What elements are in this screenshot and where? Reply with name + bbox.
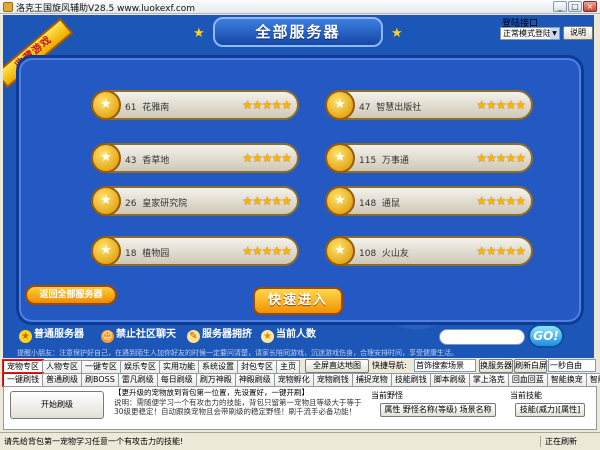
maximize-button[interactable]: □ xyxy=(568,1,582,12)
quick-enter-button[interactable]: 快速进入 xyxy=(253,287,343,315)
tab-entertainment-zone[interactable]: 娱乐专区 xyxy=(120,360,160,373)
switch-server-button[interactable]: 换服务器 xyxy=(479,359,513,373)
tab-character-zone[interactable]: 人物专区 xyxy=(42,360,82,373)
star-medal-icon: ★ xyxy=(325,90,355,120)
server-name: 47 智慧出版社 xyxy=(359,103,422,113)
sub-tabs: 一键刷钱 普通刷级 刷BOSS 雷凡刷级 每日刷级 刷万神殿 神殿刷级 宠物孵化 宠物刷钱 捕捉宠… xyxy=(2,372,600,387)
rating-stars-icon: ★★★★★ xyxy=(242,244,292,258)
tab-oneclick-zone[interactable]: 一键专区 xyxy=(81,360,121,373)
description-text: 【更升级的宠物放到背包第一位置，先设置好，一键开刷】 说明：需随便学习一个有攻击… xyxy=(114,388,362,416)
star-icon: ★ xyxy=(19,330,32,343)
tab-utilities[interactable]: 实用功能 xyxy=(159,360,199,373)
tab-pantheon[interactable]: 刷万神殿 xyxy=(195,373,236,386)
star-medal-icon: ★ xyxy=(325,236,355,266)
tab-oneclick-money[interactable]: 一键刷钱 xyxy=(2,372,44,387)
server-name: 26 皇家研究院 xyxy=(125,199,188,209)
close-button[interactable]: × xyxy=(583,1,597,12)
star-icon: ★ xyxy=(193,26,205,41)
login-mode-select[interactable]: 正常模式登陆 ▼ xyxy=(500,27,560,40)
tab-homepage[interactable]: 主页 xyxy=(276,360,300,373)
all-servers-title: 全部服务器 xyxy=(213,17,383,47)
rating-stars-icon: ★★★★★ xyxy=(476,151,526,165)
main-tabs: 宠物专区 人物专区 一键专区 娱乐专区 实用功能 系统设置 封包专区 主页 xyxy=(2,359,300,374)
skill-info: 技能(威力)[属性] xyxy=(515,403,585,417)
status-message: 请先给背包第一宠物学习任意一个有攻击力的技能! xyxy=(4,437,184,446)
face-icon: ☺ xyxy=(101,330,114,343)
server-search-input[interactable] xyxy=(439,329,525,345)
back-to-all-servers-button[interactable]: 返回全部服务器 xyxy=(25,285,117,305)
server-item[interactable]: ★ 43 香草地 ★★★★★ xyxy=(91,143,299,173)
rating-stars-icon: ★★★★★ xyxy=(242,151,292,165)
server-name: 108 火山友 xyxy=(359,249,409,259)
status-refreshing: 正在刷新 xyxy=(540,436,577,447)
legend-crowded: ✎ 服务器拥挤 xyxy=(187,325,252,343)
server-item[interactable]: ★ 148 通鼠 ★★★★★ xyxy=(325,186,533,216)
tab-pet-zone[interactable]: 宠物专区 xyxy=(2,359,44,374)
rating-stars-icon: ★★★★★ xyxy=(242,98,292,112)
rating-stars-icon: ★★★★★ xyxy=(476,98,526,112)
quick-nav-select[interactable]: 首饰搜索场景 xyxy=(414,359,476,372)
server-name: 148 通鼠 xyxy=(359,199,400,209)
server-name: 115 万事通 xyxy=(359,156,409,166)
tab-temple-level[interactable]: 神殿刷级 xyxy=(234,373,275,386)
wild-monster-info: 属性 野怪名称(等级) 场景名称 xyxy=(380,403,496,417)
oneclick-select[interactable]: 一秒自由 xyxy=(548,359,596,372)
tab-system-settings[interactable]: 系统设置 xyxy=(198,360,238,373)
rating-stars-icon: ★★★★★ xyxy=(242,194,292,208)
start-leveling-button[interactable]: 开始刷级 xyxy=(10,391,104,419)
server-item[interactable]: ★ 26 皇家研究院 ★★★★★ xyxy=(91,186,299,216)
chevron-down-icon: ▼ xyxy=(550,28,559,39)
refresh-white-screen-button[interactable]: 刷新白屏 xyxy=(514,359,547,373)
tab-pet-hatch[interactable]: 宠物孵化 xyxy=(273,373,314,386)
go-button[interactable]: GO! xyxy=(528,324,564,348)
minimize-button[interactable]: _ xyxy=(553,1,567,12)
rating-stars-icon: ★★★★★ xyxy=(476,244,526,258)
tab-packet-zone[interactable]: 封包专区 xyxy=(237,360,277,373)
server-name: 18 植物园 xyxy=(125,249,170,259)
legend-current-count: ★ 当前人数 xyxy=(261,325,316,343)
current-wild-label: 当前野怪 xyxy=(371,391,403,400)
star-icon: ★ xyxy=(261,330,274,343)
server-item[interactable]: ★ 115 万事通 ★★★★★ xyxy=(325,143,533,173)
explain-button[interactable]: 说明 xyxy=(563,26,593,40)
tab-smart-swap[interactable]: 智能换宠 xyxy=(546,373,587,386)
tab-handheld-roco[interactable]: 掌上洛克 xyxy=(468,373,509,386)
star-medal-icon: ★ xyxy=(325,143,355,173)
tab-leifan-level[interactable]: 雷凡刷级 xyxy=(117,373,158,386)
current-skill-label: 当前技能 xyxy=(510,391,542,400)
crowded-icon: ✎ xyxy=(187,330,200,343)
tab-daily-level[interactable]: 每日刷级 xyxy=(156,373,197,386)
game-area: 收藏游戏 ★ 全部服务器 ★ ★ 61 花雅南 ★★★★★ ★ 47 智慧出版社… xyxy=(3,15,594,358)
tab-normal-level[interactable]: 普通刷级 xyxy=(42,373,82,386)
server-item[interactable]: ★ 108 火山友 ★★★★★ xyxy=(325,236,533,266)
window-title: 洛克王国旋风辅助V28.5 www.luokexf.com xyxy=(16,4,196,14)
rating-stars-icon: ★★★★★ xyxy=(476,194,526,208)
star-medal-icon: ★ xyxy=(325,186,355,216)
notice-text: 提醒小朋友：注意保护好自己，在遇到陌生人加你好友的时候一定要问清楚，请家长陪同游… xyxy=(17,349,458,357)
tab-restore-hp-mp[interactable]: 回血回蓝 xyxy=(507,373,548,386)
tab-script-level[interactable]: 脚本刷级 xyxy=(429,373,470,386)
star-medal-icon: ★ xyxy=(91,236,121,266)
status-bar: 请先给背包第一宠物学习任意一个有攻击力的技能! 正在刷新 xyxy=(0,432,600,450)
server-item[interactable]: ★ 61 花雅南 ★★★★★ xyxy=(91,90,299,120)
tab-skill-money[interactable]: 技能刷钱 xyxy=(390,373,431,386)
server-name: 61 花雅南 xyxy=(125,103,170,113)
app-icon xyxy=(3,2,13,12)
star-medal-icon: ★ xyxy=(91,186,121,216)
legend-no-chat: ☺ 禁止社区聊天 xyxy=(101,329,176,343)
quick-nav-label: 快捷导航: xyxy=(372,361,407,370)
title-bar: 洛克王国旋风辅助V28.5 www.luokexf.com _ □ × xyxy=(0,0,600,14)
tab-catch-pet[interactable]: 捕捉宠物 xyxy=(351,373,392,386)
tab-smart-heal[interactable]: 智能补血 xyxy=(585,373,600,386)
tab-pet-money[interactable]: 宠物刷钱 xyxy=(312,373,353,386)
server-item[interactable]: ★ 18 植物园 ★★★★★ xyxy=(91,236,299,266)
full-screen-map-button[interactable]: 全屏直达地图 xyxy=(305,359,369,373)
star-medal-icon: ★ xyxy=(91,90,121,120)
server-item[interactable]: ★ 47 智慧出版社 ★★★★★ xyxy=(325,90,533,120)
server-name: 43 香草地 xyxy=(125,156,170,166)
legend-normal-server: ★ 普通服务器 xyxy=(19,325,84,343)
star-icon: ★ xyxy=(391,26,403,41)
tab-boss[interactable]: 刷BOSS xyxy=(81,373,119,386)
star-medal-icon: ★ xyxy=(91,143,121,173)
